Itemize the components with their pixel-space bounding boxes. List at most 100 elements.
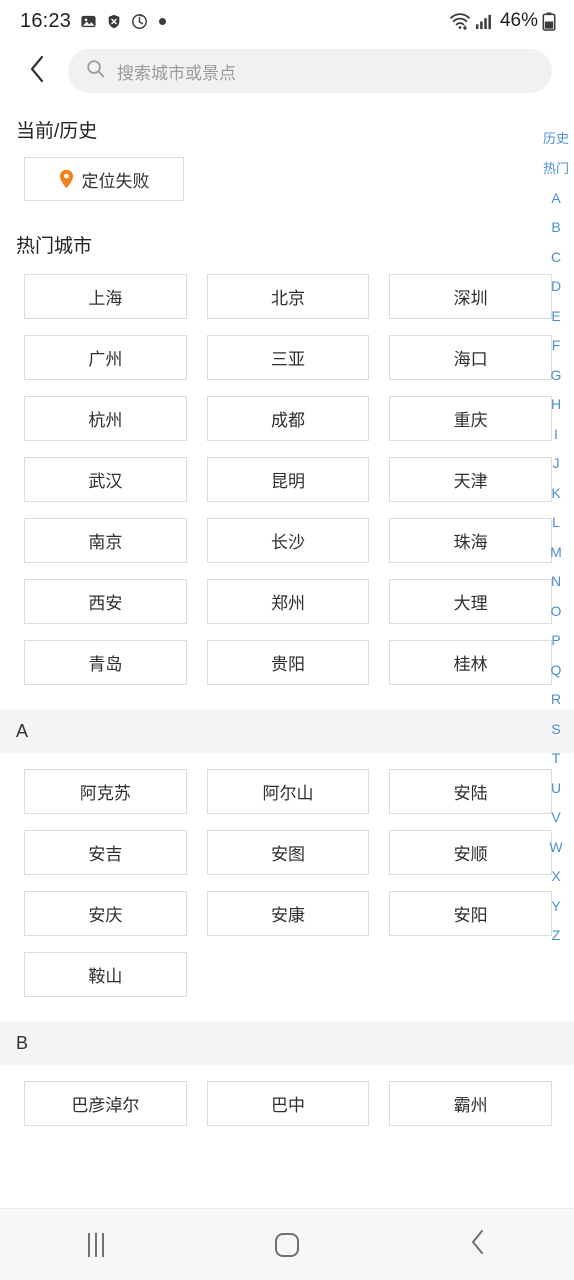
city-button[interactable]: 安阳 bbox=[389, 891, 552, 936]
index-item-Y[interactable]: Y bbox=[538, 891, 574, 921]
city-scroll-area[interactable]: 当前/历史 定位失败 热门城市 上海 北京 深圳广州 三亚 海口杭州 成都 重庆武汉 昆明 天津… bbox=[0, 100, 574, 1208]
city-button[interactable]: 霸州 bbox=[389, 1081, 552, 1126]
index-item-C[interactable]: C bbox=[538, 242, 574, 272]
index-item-A[interactable]: A bbox=[538, 183, 574, 213]
cellular-signal-icon bbox=[475, 13, 494, 30]
city-button[interactable]: 安吉 bbox=[24, 830, 187, 875]
city-button[interactable]: 成都 bbox=[206, 396, 370, 441]
city-button[interactable]: 上海 bbox=[24, 274, 187, 319]
shield-off-icon bbox=[106, 13, 122, 30]
city-button[interactable]: 深圳 bbox=[389, 274, 552, 319]
index-item-P[interactable]: P bbox=[538, 626, 574, 656]
index-item-G[interactable]: G bbox=[538, 360, 574, 390]
index-item-O[interactable]: O bbox=[538, 596, 574, 626]
index-item-V[interactable]: V bbox=[538, 803, 574, 833]
city-button[interactable]: 长沙 bbox=[206, 518, 370, 563]
home-icon bbox=[274, 1232, 299, 1257]
city-button[interactable]: 安顺 bbox=[389, 830, 552, 875]
city-button[interactable]: 天津 bbox=[389, 457, 552, 502]
city-button[interactable]: 广州 bbox=[24, 335, 187, 380]
city-button[interactable]: 杭州 bbox=[24, 396, 187, 441]
city-button[interactable]: 武汉 bbox=[24, 457, 187, 502]
index-item-Q[interactable]: Q bbox=[538, 655, 574, 685]
index-item-F[interactable]: F bbox=[538, 331, 574, 361]
city-button[interactable]: 贵阳 bbox=[206, 640, 370, 685]
index-item-Z[interactable]: Z bbox=[538, 921, 574, 951]
city-button[interactable]: 巴彦淖尔 bbox=[24, 1081, 187, 1126]
city-button[interactable]: 西安 bbox=[24, 579, 187, 624]
recents-button[interactable] bbox=[51, 1217, 141, 1273]
index-item-历史[interactable]: 历史 bbox=[538, 124, 574, 154]
city-button[interactable]: 重庆 bbox=[389, 396, 552, 441]
index-item-K[interactable]: K bbox=[538, 478, 574, 508]
android-nav-bar bbox=[0, 1208, 574, 1280]
index-item-W[interactable]: W bbox=[538, 832, 574, 862]
search-header: 搜索城市或景点 bbox=[0, 42, 574, 100]
city-button[interactable]: 青岛 bbox=[24, 640, 187, 685]
search-placeholder-text: 搜索城市或景点 bbox=[117, 63, 236, 83]
hot-cities-title: 热门城市 bbox=[16, 236, 93, 257]
data-saver-icon bbox=[131, 13, 148, 30]
chevron-left-icon bbox=[26, 54, 48, 89]
index-item-J[interactable]: J bbox=[538, 449, 574, 479]
index-item-B[interactable]: B bbox=[538, 213, 574, 243]
index-item-M[interactable]: M bbox=[538, 537, 574, 567]
battery-percent-label: 46% bbox=[499, 10, 538, 31]
index-item-N[interactable]: N bbox=[538, 567, 574, 597]
wifi-icon bbox=[449, 12, 471, 30]
status-bar-right: 46% bbox=[449, 10, 556, 32]
index-item-H[interactable]: H bbox=[538, 390, 574, 420]
back-icon bbox=[469, 1229, 487, 1260]
index-item-U[interactable]: U bbox=[538, 773, 574, 803]
city-button[interactable]: 阿克苏 bbox=[24, 769, 187, 814]
main-content: 当前/历史 定位失败 热门城市 上海 北京 深圳广州 三亚 海口杭州 成都 重庆武汉 昆明 天津… bbox=[0, 100, 574, 1208]
recents-icon bbox=[87, 1232, 104, 1257]
locate-row: 定位失败 bbox=[0, 143, 574, 209]
letter-section-header: B bbox=[0, 1021, 574, 1065]
dot-icon bbox=[159, 17, 167, 25]
city-button[interactable]: 安康 bbox=[206, 891, 370, 936]
hot-cities-grid: 上海 北京 深圳广州 三亚 海口杭州 成都 重庆武汉 昆明 天津南京 长沙 珠海西安 郑州 大理青岛 贵阳… bbox=[0, 258, 574, 697]
city-button[interactable]: 安庆 bbox=[24, 891, 187, 936]
status-clock: 16:23 bbox=[20, 9, 72, 32]
alphabet-index-bar[interactable]: 历史 热门 A B C D E F G H I J K L M N O P Q R S T U V W X Y Z bbox=[538, 100, 574, 1208]
city-button[interactable]: 北京 bbox=[206, 274, 370, 319]
city-button[interactable]: 安图 bbox=[206, 830, 370, 875]
letter-section-grid: 阿克苏 阿尔山 安陆安吉 安图 安顺安庆 安康 安阳鞍山 bbox=[0, 753, 574, 1009]
city-button[interactable]: 南京 bbox=[24, 518, 187, 563]
locate-status-button[interactable]: 定位失败 bbox=[24, 157, 184, 201]
index-item-T[interactable]: T bbox=[538, 744, 574, 774]
city-button[interactable]: 桂林 bbox=[389, 640, 552, 685]
city-button[interactable]: 昆明 bbox=[206, 457, 370, 502]
status-bar-left: 16:23 bbox=[20, 9, 167, 33]
letter-section-grid: 巴彦淖尔 巴中 霸州 bbox=[0, 1065, 574, 1138]
current-history-title: 当前/历史 bbox=[16, 121, 98, 142]
index-item-热门[interactable]: 热门 bbox=[538, 154, 574, 184]
city-button[interactable]: 安陆 bbox=[389, 769, 552, 814]
index-item-S[interactable]: S bbox=[538, 714, 574, 744]
index-item-I[interactable]: I bbox=[538, 419, 574, 449]
index-item-E[interactable]: E bbox=[538, 301, 574, 331]
city-button[interactable]: 三亚 bbox=[206, 335, 370, 380]
search-input[interactable]: 搜索城市或景点 bbox=[68, 49, 552, 93]
letter-section-header: A bbox=[0, 709, 574, 753]
battery-icon bbox=[542, 11, 556, 31]
city-button[interactable]: 鞍山 bbox=[24, 952, 187, 997]
nav-back-button[interactable] bbox=[433, 1217, 523, 1273]
index-item-R[interactable]: R bbox=[538, 685, 574, 715]
city-button[interactable]: 郑州 bbox=[206, 579, 370, 624]
back-button[interactable] bbox=[14, 48, 60, 94]
city-button[interactable]: 大理 bbox=[389, 579, 552, 624]
index-item-D[interactable]: D bbox=[538, 272, 574, 302]
city-button[interactable]: 阿尔山 bbox=[206, 769, 370, 814]
search-icon bbox=[86, 59, 105, 83]
city-button[interactable]: 巴中 bbox=[206, 1081, 370, 1126]
index-item-L[interactable]: L bbox=[538, 508, 574, 538]
letter-sections: A 阿克苏 阿尔山 安陆 安吉 安图 安顺 安庆 安康 安阳 鞍山 B 巴彦淖尔 巴中 霸州 bbox=[0, 709, 574, 1138]
map-pin-icon bbox=[59, 169, 74, 189]
home-button[interactable] bbox=[242, 1217, 332, 1273]
index-item-X[interactable]: X bbox=[538, 862, 574, 892]
locate-status-label: 定位失败 bbox=[81, 171, 150, 191]
city-button[interactable]: 珠海 bbox=[389, 518, 552, 563]
city-button[interactable]: 海口 bbox=[389, 335, 552, 380]
